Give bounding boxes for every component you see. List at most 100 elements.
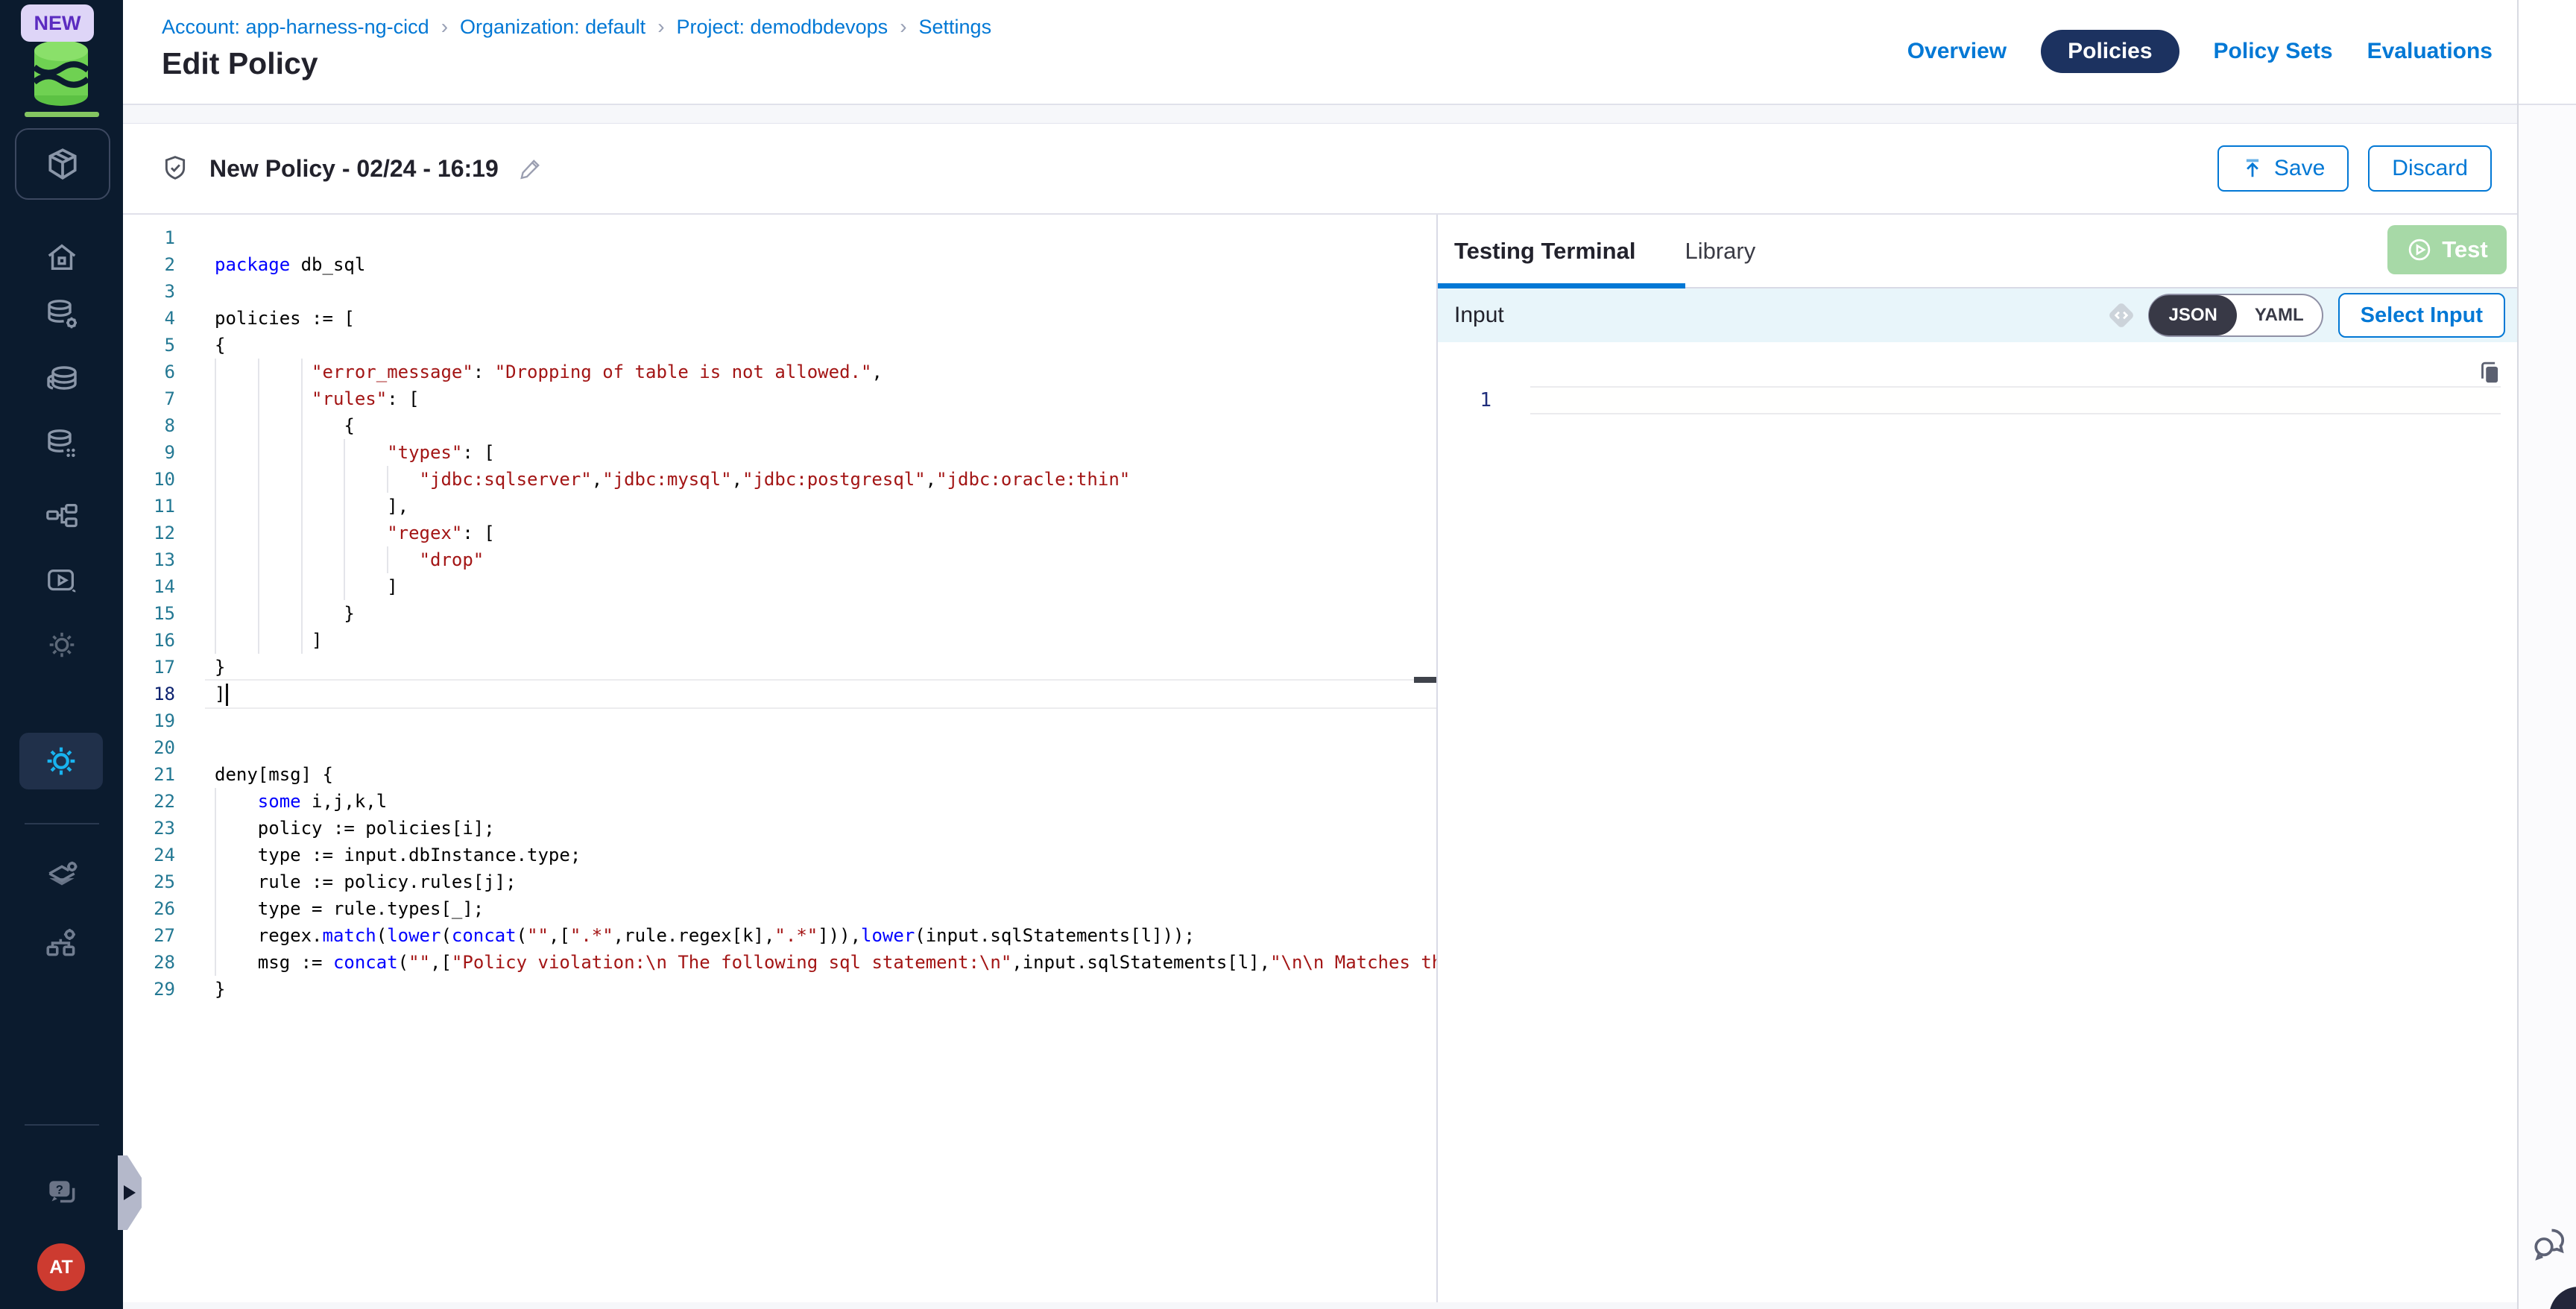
code-line-18[interactable]: 18] [123, 681, 1436, 707]
code-line-6[interactable]: 6 "error_message": "Dropping of table is… [123, 359, 1436, 385]
code-line-15[interactable]: 15 } [123, 600, 1436, 627]
database-stack-icon [43, 362, 80, 397]
line-number: 6 [123, 359, 175, 385]
sidebar-item-db-instances[interactable] [0, 297, 123, 332]
sidebar-item-settings-dim[interactable] [0, 628, 123, 662]
sidebar: NEW [0, 0, 123, 1309]
line-number: 13 [123, 546, 175, 573]
code-line-12[interactable]: 12 "regex": [ [123, 520, 1436, 546]
tab-policy-sets[interactable]: Policy Sets [2214, 39, 2333, 64]
test-button[interactable]: Test [2387, 225, 2507, 274]
code-line-29[interactable]: 29} [123, 976, 1436, 1003]
code-line-14[interactable]: 14 ] [123, 573, 1436, 600]
sidebar-item-executions[interactable] [0, 564, 123, 598]
code-line-13[interactable]: 13 "drop" [123, 546, 1436, 573]
code-line-20[interactable]: 20 [123, 734, 1436, 761]
edit-pencil-icon[interactable] [518, 156, 543, 181]
shield-check-icon [160, 154, 190, 183]
sidebar-item-home[interactable] [0, 240, 123, 274]
line-number: 8 [123, 412, 175, 439]
sidebar-item-account-resources[interactable] [0, 924, 123, 962]
format-toggle[interactable]: JSON YAML [2148, 294, 2323, 337]
overview-ruler-cursor-mark [1414, 677, 1436, 683]
module-cube-icon [44, 145, 81, 183]
code-format-icon [2105, 299, 2138, 332]
breadcrumb-separator: › [900, 15, 906, 39]
code-line-22[interactable]: 22 some i,j,k,l [123, 788, 1436, 815]
input-line-1[interactable]: 1 [1438, 386, 2517, 414]
code-line-19[interactable]: 19 [123, 707, 1436, 734]
line-number: 22 [123, 788, 175, 815]
line-number: 24 [123, 842, 175, 868]
module-indicator-bar [25, 112, 99, 117]
code-line-3[interactable]: 3 [123, 278, 1436, 305]
sidebar-item-default-settings[interactable] [0, 857, 123, 895]
tab-library[interactable]: Library [1685, 238, 1755, 265]
tab-policies-active[interactable]: Policies [2041, 30, 2179, 73]
code-line-10[interactable]: 10 "jdbc:sqlserver","jdbc:mysql","jdbc:p… [123, 466, 1436, 493]
page-title: Edit Policy [162, 46, 318, 81]
code-line-8[interactable]: 8 { [123, 412, 1436, 439]
line-number: 26 [123, 895, 175, 922]
breadcrumb-organization[interactable]: Organization: default [460, 16, 645, 39]
input-editor[interactable]: 1 [1438, 342, 2517, 1302]
policy-code-editor[interactable]: 12package db_sql34policies := [5{6 "erro… [123, 215, 1438, 1302]
panel-tabs: Testing Terminal Library Test [1438, 215, 2517, 288]
code-line-17[interactable]: 17} [123, 654, 1436, 681]
code-line-2[interactable]: 2package db_sql [123, 251, 1436, 278]
line-number: 16 [123, 627, 175, 654]
content-right-divider [2517, 0, 2519, 1309]
code-line-5[interactable]: 5{ [123, 332, 1436, 359]
sidebar-divider [25, 823, 99, 824]
breadcrumb-account[interactable]: Account: app-harness-ng-cicd [162, 16, 429, 39]
toggle-yaml[interactable]: YAML [2237, 305, 2322, 326]
module-selector-button[interactable] [15, 128, 110, 200]
code-line-9[interactable]: 9 "types": [ [123, 439, 1436, 466]
new-badge: NEW [21, 4, 94, 42]
discard-button[interactable]: Discard [2368, 145, 2492, 192]
breadcrumb-settings[interactable]: Settings [919, 16, 992, 39]
input-line-number: 1 [1438, 389, 1491, 411]
copy-icon[interactable] [2475, 357, 2504, 387]
code-line-28[interactable]: 28 msg := concat("",["Policy violation:\… [123, 949, 1436, 976]
code-line-25[interactable]: 25 rule := policy.rules[j]; [123, 868, 1436, 895]
support-chat-icon[interactable] [2528, 1223, 2570, 1264]
line-number: 17 [123, 654, 175, 681]
code-line-4[interactable]: 4policies := [ [123, 305, 1436, 332]
toggle-json[interactable]: JSON [2149, 295, 2236, 335]
code-line-21[interactable]: 21deny[msg] { [123, 761, 1436, 788]
text-cursor [226, 684, 228, 706]
code-line-26[interactable]: 26 type = rule.types[_]; [123, 895, 1436, 922]
code-line-16[interactable]: 16 ] [123, 627, 1436, 654]
line-number: 23 [123, 815, 175, 842]
code-line-11[interactable]: 11 ], [123, 493, 1436, 520]
line-number: 10 [123, 466, 175, 493]
harness-dbdevops-logo[interactable] [25, 34, 97, 109]
user-avatar[interactable]: AT [37, 1243, 85, 1291]
gear-active-icon [42, 742, 80, 780]
code-line-23[interactable]: 23 policy := policies[i]; [123, 815, 1436, 842]
sidebar-item-databases[interactable] [0, 362, 123, 397]
tab-testing-terminal[interactable]: Testing Terminal [1454, 238, 1635, 265]
code-line-24[interactable]: 24 type := input.dbInstance.type; [123, 842, 1436, 868]
line-number: 28 [123, 949, 175, 976]
tab-evaluations[interactable]: Evaluations [2367, 39, 2493, 64]
code-line-7[interactable]: 7 "rules": [ [123, 385, 1436, 412]
org-gear-icon [43, 924, 80, 962]
database-gear-icon [44, 297, 80, 332]
breadcrumb-project[interactable]: Project: demodbdevops [677, 16, 888, 39]
code-line-27[interactable]: 27 regex.match(lower(concat("",[".*",rul… [123, 922, 1436, 949]
save-button[interactable]: Save [2217, 145, 2349, 192]
tab-overview[interactable]: Overview [1907, 39, 2007, 64]
line-number: 12 [123, 520, 175, 546]
sidebar-item-pipelines[interactable] [0, 499, 123, 534]
breadcrumb-separator: › [657, 15, 664, 39]
code-line-1[interactable]: 1 [123, 224, 1436, 251]
line-number: 1 [123, 224, 175, 251]
sidebar-item-help[interactable]: ? [0, 1174, 123, 1211]
sidebar-item-db-schemas[interactable] [0, 426, 123, 462]
sidebar-item-project-settings-active[interactable] [19, 733, 103, 789]
input-active-line[interactable] [1530, 386, 2501, 414]
select-input-button[interactable]: Select Input [2338, 293, 2505, 338]
line-number: 19 [123, 707, 175, 734]
